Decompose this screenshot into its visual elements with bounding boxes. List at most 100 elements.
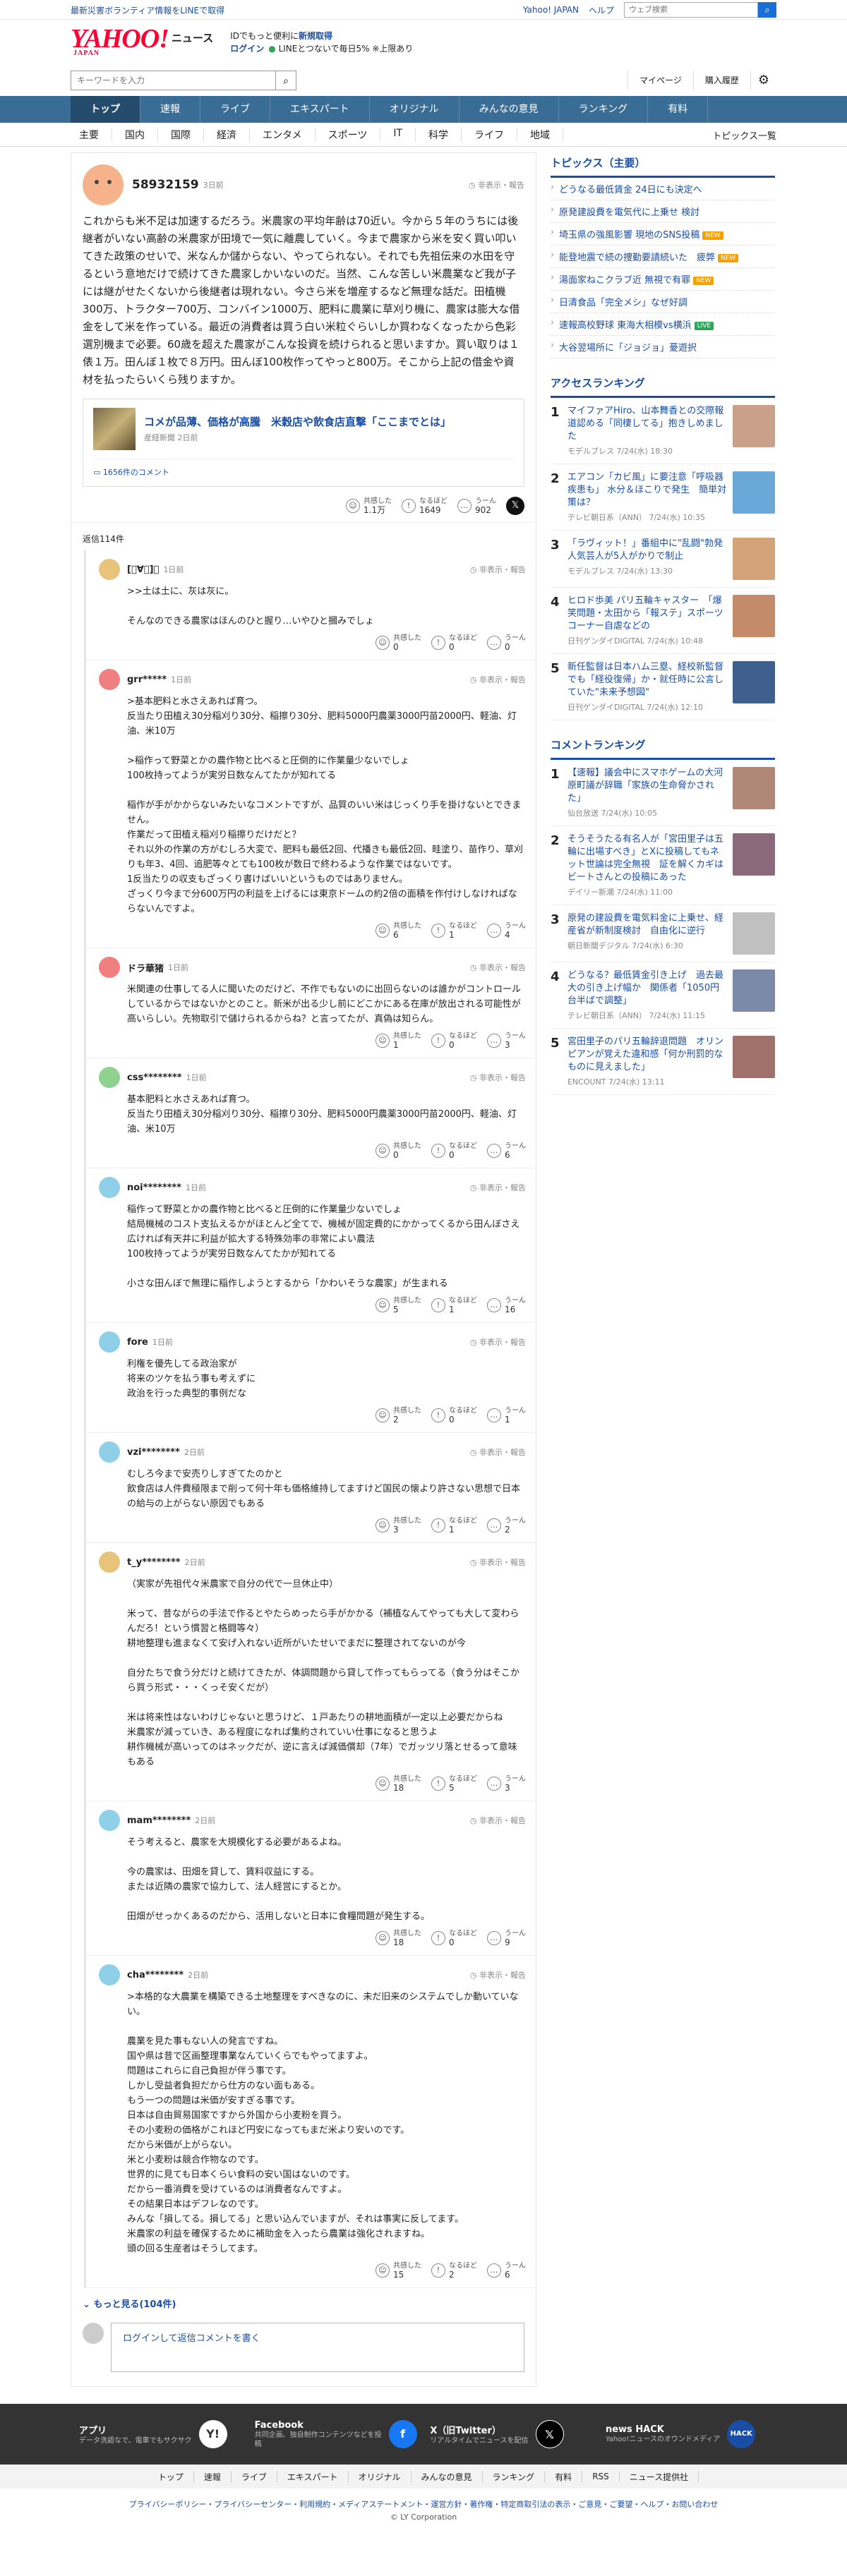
rank-title[interactable]: どうなる？最低賃金引き上げ 過去最大の引き上げ幅か 関係者「1050円台半ばで調… bbox=[567, 969, 727, 1008]
reaction-button[interactable]: ☺ 共感した 15 bbox=[376, 2262, 421, 2279]
reaction-button[interactable]: … うーん 3 bbox=[487, 1032, 526, 1049]
report-link[interactable]: ◷ 非表示・報告 bbox=[470, 1969, 526, 1981]
nav-tab[interactable]: みんなの意見 bbox=[459, 96, 559, 123]
reaction-button[interactable]: … うーん 6 bbox=[487, 1142, 526, 1159]
topic-item[interactable]: 速報高校野球 東海大相模vs横浜LIVE bbox=[551, 313, 775, 336]
ranking-item[interactable]: 5 新任監督は日本ハム三塁、経校新監督でも「経役復帰」か・就任時に公言していた"未… bbox=[551, 654, 775, 720]
topic-item[interactable]: どうなる最低賃金 24日にも決定へ bbox=[551, 178, 775, 200]
category-tab[interactable]: 科学 bbox=[416, 128, 462, 142]
reaction-button[interactable]: … うーん 16 bbox=[487, 1297, 526, 1314]
rank-thumbnail[interactable] bbox=[733, 661, 775, 703]
reaction-button[interactable]: ! なるほど 2 bbox=[431, 2262, 477, 2279]
category-tab[interactable]: スポーツ bbox=[316, 128, 381, 142]
topics-all-link[interactable]: トピックス一覧 bbox=[712, 128, 776, 142]
nav-tab[interactable]: トップ bbox=[71, 96, 140, 123]
footer-nav-link[interactable]: エキスパート bbox=[277, 2470, 349, 2483]
rank-title[interactable]: 原発の建設費を電気料金に上乗せ、経産省が新制度検討 自由化に逆行 bbox=[567, 912, 727, 938]
rank-title[interactable]: 「ラヴィット！」番組中に"乱闘"勃発 人気芸人が5人がかりで制止 bbox=[567, 538, 727, 563]
ranking-item[interactable]: 1 【速報】議会中にスマホゲームの大河原町議が辞職「家族の生命脅かされた」 仙台放送… bbox=[551, 760, 775, 826]
topic-item[interactable]: 埼玉県の強風影響 現地のSNS投稿NEW bbox=[551, 223, 775, 246]
topic-text[interactable]: 湯面家ねこクラブ近 無視で有罪 bbox=[559, 275, 690, 286]
topic-text[interactable]: 大谷翌場所に「ジョジョ」憂遊択 bbox=[559, 343, 697, 353]
reaction-button[interactable]: ! なるほど 0 bbox=[431, 1142, 477, 1159]
reaction-button[interactable]: ☺ 共感した 0 bbox=[376, 634, 421, 651]
nav-tab[interactable]: 速報 bbox=[140, 96, 200, 123]
report-link[interactable]: ◷ 非表示・報告 bbox=[470, 674, 526, 685]
line-promo-text[interactable]: LINEとつないで毎日5% ※上限あり bbox=[279, 44, 414, 54]
topic-item[interactable]: 日清食品「完全メシ」なぜ好調 bbox=[551, 291, 775, 313]
x-share-icon[interactable]: 𝕏 bbox=[506, 497, 524, 515]
footer-nav-link[interactable]: トップ bbox=[148, 2470, 194, 2483]
rank-title[interactable]: エアコン「カビ風」に要注意「呼吸器疾患も」 水分＆ほこりで発生 簡単対策は？ bbox=[567, 471, 727, 509]
reaction-button[interactable]: ☺ 共感した 5 bbox=[376, 1297, 421, 1314]
rank-thumbnail[interactable] bbox=[733, 912, 775, 955]
reply-author[interactable]: fore bbox=[127, 1337, 148, 1348]
footer-nav-link[interactable]: RSS bbox=[582, 2472, 620, 2481]
topic-item[interactable]: 原発建設費を電気代に上乗せ 検討 bbox=[551, 200, 775, 223]
show-more-button[interactable]: ⌄ もっと見る(104件) bbox=[71, 2288, 536, 2318]
rank-thumbnail[interactable] bbox=[733, 595, 775, 637]
reaction-button[interactable]: … うーん 0 bbox=[487, 634, 526, 651]
rank-thumbnail[interactable] bbox=[733, 471, 775, 514]
category-tab[interactable]: 地域 bbox=[517, 128, 564, 142]
ranking-item[interactable]: 4 どうなる？最低賃金引き上げ 過去最大の引き上げ幅か 関係者「1050円台半ばで… bbox=[551, 962, 775, 1029]
ranking-item[interactable]: 2 そうそうたる有名人が「宮田里子は五輪に出場すべき」とXに投稿してもネット世論は… bbox=[551, 826, 775, 905]
app-icon[interactable]: 𝕏 bbox=[535, 2420, 564, 2448]
ranking-item[interactable]: 1 マイファアHiro、山本舞香との交際報道認める「同棲してる」抱きしめました モデ… bbox=[551, 398, 775, 464]
article-title[interactable]: コメが品薄、価格が高騰 米穀店や飲食店直撃「ここまでとは」 bbox=[144, 415, 451, 429]
footer-nav-link[interactable]: ランキング bbox=[483, 2470, 546, 2483]
rank-thumbnail[interactable] bbox=[733, 833, 775, 876]
footer-nav-link[interactable]: 有料 bbox=[545, 2470, 583, 2483]
topic-text[interactable]: どうなる最低賃金 24日にも決定へ bbox=[559, 185, 702, 195]
rank-title[interactable]: 【速報】議会中にスマホゲームの大河原町議が辞職「家族の生命脅かされた」 bbox=[567, 767, 727, 805]
rank-thumbnail[interactable] bbox=[733, 538, 775, 580]
category-tab[interactable]: ライフ bbox=[462, 128, 518, 142]
footer-nav-link[interactable]: 速報 bbox=[194, 2470, 232, 2483]
report-link[interactable]: ◷ 非表示・報告 bbox=[469, 179, 524, 191]
footer-legal-links[interactable]: プライバシーポリシー・プライバシーセンター・利用規約・メディアステートメント・運… bbox=[0, 2489, 847, 2512]
category-tab[interactable]: 経済 bbox=[204, 128, 250, 142]
rank-title[interactable]: マイファアHiro、山本舞香との交際報道認める「同棲してる」抱きしめました bbox=[567, 405, 727, 443]
reaction-button[interactable]: ☺ 共感した 0 bbox=[376, 1142, 421, 1159]
report-link[interactable]: ◷ 非表示・報告 bbox=[470, 962, 526, 973]
reaction-insight-button[interactable]: ! なるほど 1649 bbox=[402, 497, 447, 514]
ranking-item[interactable]: 3 原発の建設費を電気料金に上乗せ、経産省が新制度検討 自由化に逆行 朝日新聞デジタ… bbox=[551, 905, 775, 962]
footer-nav-link[interactable]: オリジナル bbox=[349, 2470, 412, 2483]
gear-icon[interactable]: ⚙ bbox=[750, 71, 776, 90]
topic-text[interactable]: 日清食品「完全メシ」なぜ好調 bbox=[559, 298, 687, 308]
reaction-button[interactable]: ☺ 共感した 6 bbox=[376, 922, 421, 939]
nav-tab[interactable]: ランキング bbox=[559, 96, 649, 123]
footer-nav-link[interactable]: みんなの意見 bbox=[412, 2470, 483, 2483]
yahoo-japan-link[interactable]: Yahoo! JAPAN bbox=[523, 5, 579, 15]
rank-thumbnail[interactable] bbox=[733, 767, 775, 809]
promo-link[interactable]: 最新災害ボランティア情報をLINEで取得 bbox=[71, 4, 224, 16]
reply-input[interactable]: ログインして返信コメントを書く bbox=[111, 2323, 524, 2372]
reaction-button[interactable]: ☺ 共感した 18 bbox=[376, 1930, 421, 1947]
yahoo-logo[interactable]: YAHOO! JAPAN bbox=[71, 25, 169, 57]
news-logo[interactable]: ニュース bbox=[172, 30, 213, 45]
keyword-search-button[interactable]: ⌕ bbox=[275, 71, 296, 90]
reaction-button[interactable]: ! なるほど 0 bbox=[431, 634, 477, 651]
purchase-history-link[interactable]: 購入履歴 bbox=[692, 71, 750, 90]
footer-app-3[interactable]: news HACK Yahoo!ニュースのオウンドメディア HACK bbox=[606, 2420, 768, 2448]
keyword-search-input[interactable] bbox=[71, 71, 275, 90]
reply-author[interactable]: noi******** bbox=[127, 1183, 181, 1193]
footer-app-0[interactable]: アプリ データ洗語なで、電車でもサクサク Y! bbox=[79, 2420, 241, 2448]
category-tab[interactable]: IT bbox=[380, 128, 416, 142]
reaction-button[interactable]: … うーん 3 bbox=[487, 1775, 526, 1792]
mypage-link[interactable]: マイページ bbox=[627, 71, 693, 90]
reply-author[interactable]: grr***** bbox=[127, 675, 167, 685]
reaction-hmm-button[interactable]: … うーん 902 bbox=[457, 497, 496, 514]
reply-author[interactable]: t_y******** bbox=[127, 1557, 181, 1568]
footer-nav-link[interactable]: ニュース提供社 bbox=[620, 2470, 699, 2483]
reaction-button[interactable]: ! なるほど 0 bbox=[431, 1032, 477, 1049]
app-icon[interactable]: Y! bbox=[198, 2420, 227, 2448]
signup-link[interactable]: 新規取得 bbox=[299, 31, 332, 41]
ranking-item[interactable]: 2 エアコン「カビ風」に要注意「呼吸器疾患も」 水分＆ほこりで発生 簡単対策は？ テ… bbox=[551, 464, 775, 531]
reply-author[interactable]: cha******** bbox=[127, 1970, 184, 1981]
reaction-button[interactable]: ! なるほど 0 bbox=[431, 1407, 477, 1424]
report-link[interactable]: ◷ 非表示・報告 bbox=[470, 1815, 526, 1826]
report-link[interactable]: ◷ 非表示・報告 bbox=[470, 564, 526, 575]
reaction-button[interactable]: … うーん 6 bbox=[487, 2262, 526, 2279]
reaction-button[interactable]: ! なるほど 5 bbox=[431, 1775, 477, 1792]
